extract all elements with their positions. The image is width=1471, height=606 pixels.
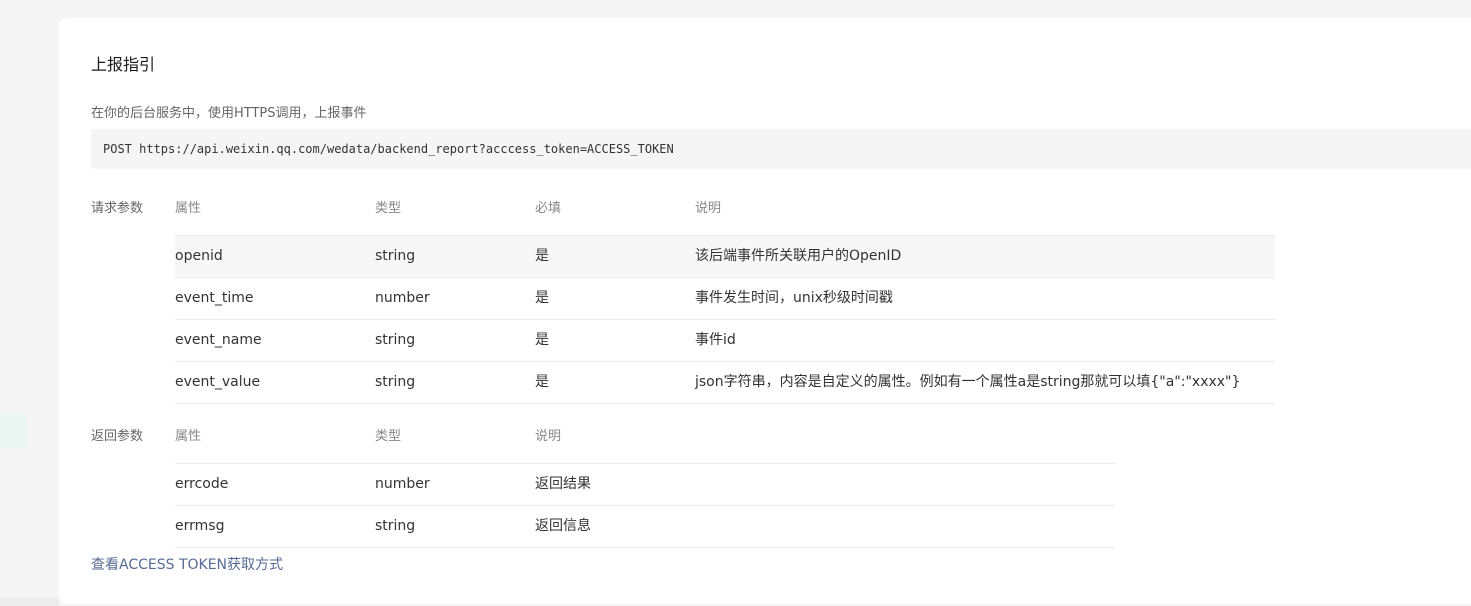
param-name: event_name xyxy=(175,332,262,348)
table-row: errcode number 返回结果 xyxy=(175,463,1115,505)
param-description: 该后端事件所关联用户的OpenID xyxy=(695,248,902,264)
section-description: 在你的后台服务中，使用HTTPS调用，上报事件 xyxy=(91,106,367,121)
param-type: string xyxy=(375,248,416,264)
param-name: openid xyxy=(175,248,223,264)
param-description: 事件id xyxy=(695,332,736,348)
response-params-table: 属性 类型 说明 errcode number 返回结果 errmsg stri… xyxy=(175,425,1115,548)
table-header-row: 属性 类型 必填 说明 xyxy=(175,197,1275,235)
header-description: 说明 xyxy=(535,429,562,444)
param-required: 是 xyxy=(535,374,549,390)
param-type: string xyxy=(375,518,416,534)
param-name: errcode xyxy=(175,476,229,492)
header-type: 类型 xyxy=(375,429,402,444)
request-url-code: POST https://api.weixin.qq.com/wedata/ba… xyxy=(91,129,1471,169)
table-row: event_name string 是 事件id xyxy=(175,319,1275,361)
table-row: event_time number 是 事件发生时间，unix秒级时间戳 xyxy=(175,277,1275,319)
table-row: openid string 是 该后端事件所关联用户的OpenID xyxy=(175,235,1275,277)
param-required: 是 xyxy=(535,290,549,306)
section-title: 上报指引 xyxy=(91,55,156,74)
param-description: 返回信息 xyxy=(535,518,591,534)
param-description: 返回结果 xyxy=(535,476,591,492)
sidebar-footer-divider xyxy=(0,598,59,606)
table-header-row: 属性 类型 说明 xyxy=(175,425,1115,463)
header-attribute: 属性 xyxy=(175,201,202,216)
request-params-table: 属性 类型 必填 说明 openid string 是 该后端事件所关联用户的O… xyxy=(175,197,1275,404)
report-guide-card: 上报指引 在你的后台服务中，使用HTTPS调用，上报事件 POST https:… xyxy=(59,18,1471,604)
header-attribute: 属性 xyxy=(175,429,202,444)
param-description: json字符串，内容是自定义的属性。例如有一个属性a是string那就可以填{"… xyxy=(695,374,1241,390)
param-type: number xyxy=(375,290,430,306)
table-row: event_value string 是 json字符串，内容是自定义的属性。例… xyxy=(175,361,1275,404)
header-type: 类型 xyxy=(375,201,402,216)
param-name: errmsg xyxy=(175,518,225,534)
param-type: number xyxy=(375,476,430,492)
header-required: 必填 xyxy=(535,201,562,216)
response-params-label: 返回参数 xyxy=(91,429,144,444)
param-required: 是 xyxy=(535,248,549,264)
param-type: string xyxy=(375,374,416,390)
header-description: 说明 xyxy=(695,201,722,216)
param-description: 事件发生时间，unix秒级时间戳 xyxy=(695,290,893,306)
access-token-link[interactable]: 查看ACCESS TOKEN获取方式 xyxy=(91,554,283,574)
param-required: 是 xyxy=(535,332,549,348)
param-name: event_value xyxy=(175,374,261,390)
table-row: errmsg string 返回信息 xyxy=(175,505,1115,548)
param-name: event_time xyxy=(175,290,254,306)
sidebar-active-item[interactable] xyxy=(0,412,27,448)
request-params-label: 请求参数 xyxy=(91,201,144,216)
param-type: string xyxy=(375,332,416,348)
